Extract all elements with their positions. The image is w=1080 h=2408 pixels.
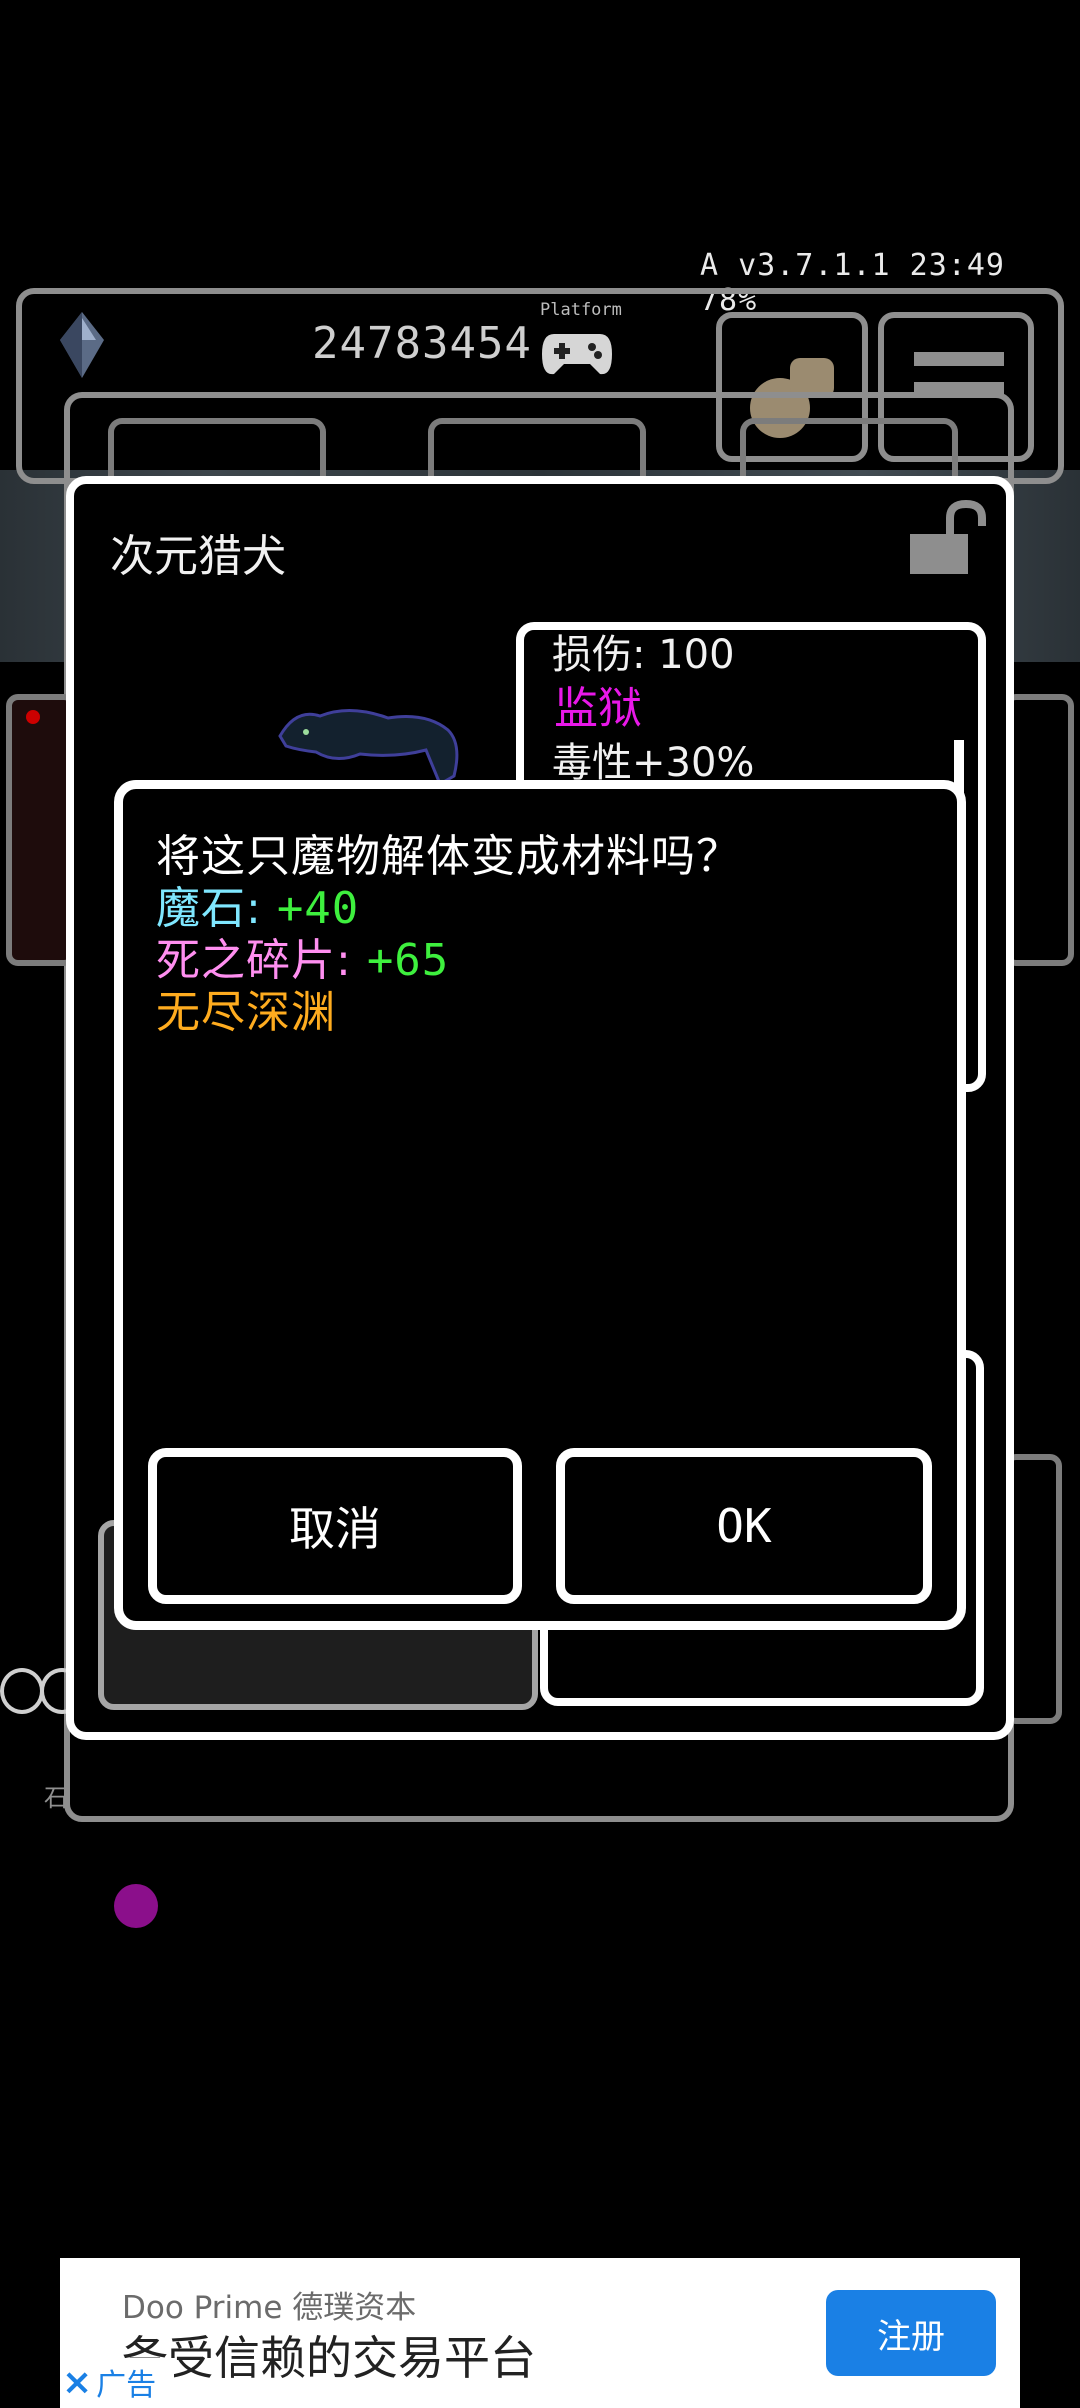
ad-headline: 备受信赖的交易平台 [122, 2331, 536, 2385]
side-label: 石 [44, 1784, 68, 1812]
platform-label: Platform [540, 300, 622, 320]
gamepad-icon[interactable] [540, 324, 614, 378]
ad-label: 广告 [96, 2368, 157, 2403]
side-card-right[interactable] [1004, 694, 1074, 966]
unlock-icon[interactable] [908, 500, 994, 576]
cancel-button[interactable]: 取消 [148, 1448, 522, 1604]
tab-back[interactable] [740, 418, 958, 478]
monster-name: 次元猎犬 [110, 531, 286, 582]
currency-value: 24783454 [312, 318, 532, 369]
tab-monsters[interactable] [108, 418, 326, 478]
ring-icons [0, 1668, 84, 1716]
crystal-icon [60, 312, 104, 378]
ad-close-button[interactable]: × 广告 [62, 2358, 174, 2406]
close-icon: × [62, 2361, 93, 2403]
dialog-location: 无尽深渊 [156, 987, 336, 1038]
ad-brand: Doo Prime 德璞资本 [122, 2290, 417, 2326]
notification-dot [26, 710, 40, 724]
tab-materials[interactable] [428, 418, 646, 478]
info-location: 监狱 [554, 683, 642, 734]
purple-orb-icon[interactable] [114, 1884, 158, 1928]
reward-value: +65 [366, 935, 450, 986]
ad-register-button[interactable]: 注册 [826, 2290, 996, 2376]
monster-sprite [278, 708, 459, 787]
ok-button[interactable]: OK [556, 1448, 932, 1604]
